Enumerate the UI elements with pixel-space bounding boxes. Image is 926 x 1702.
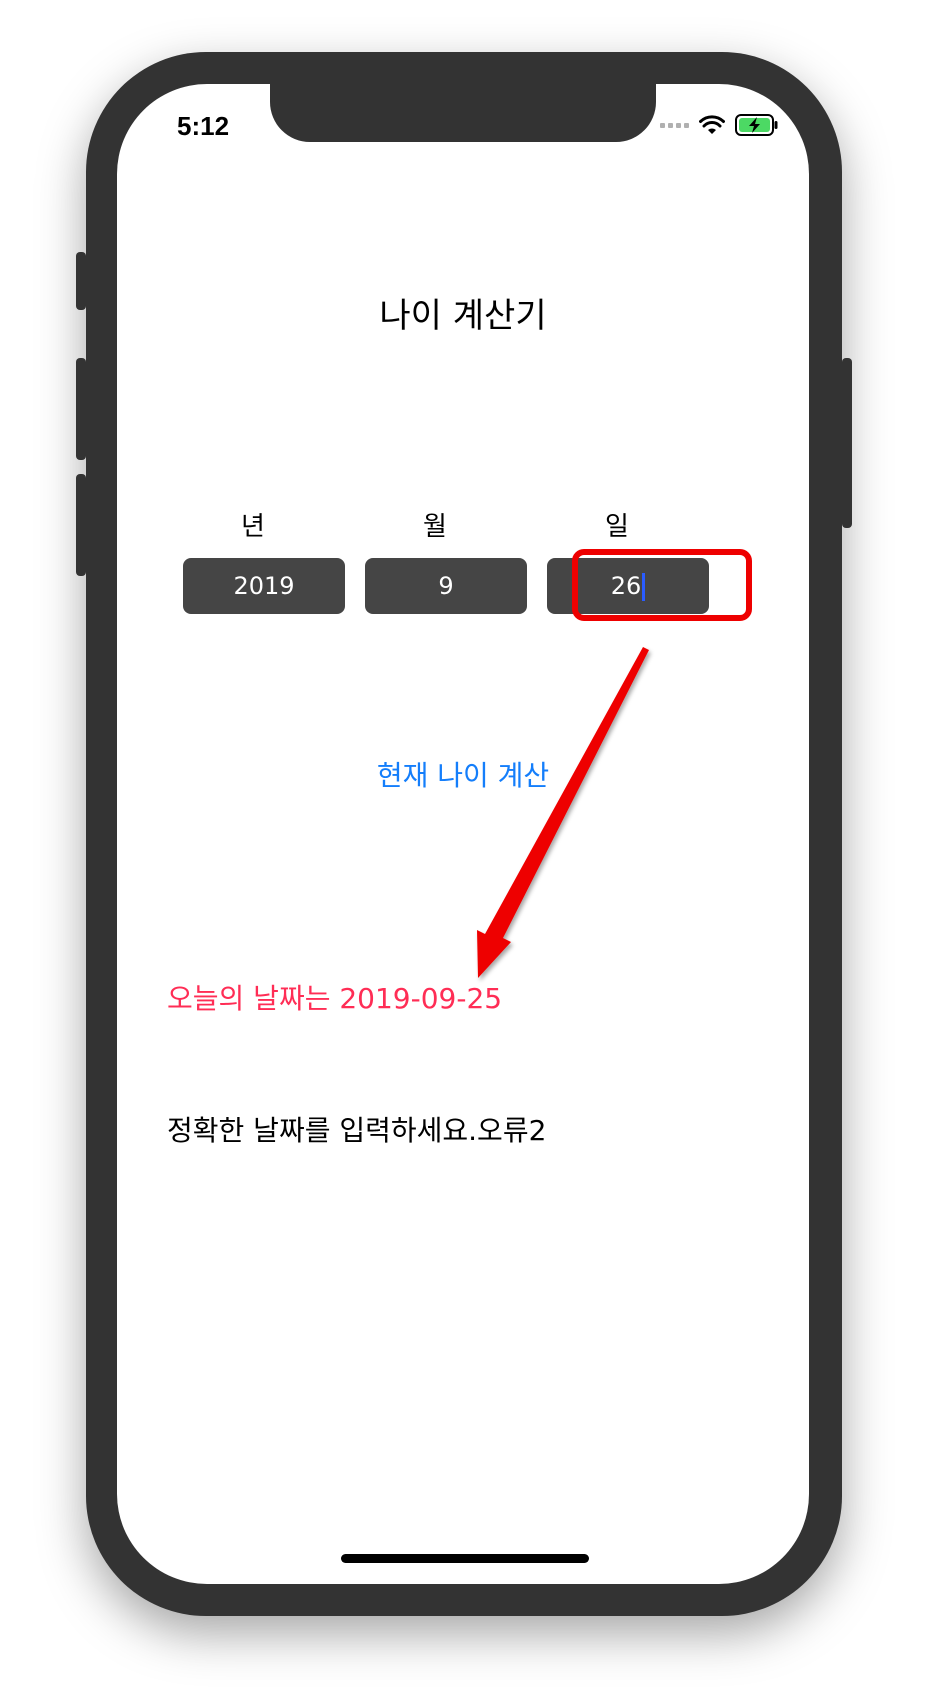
year-input-value: 2019	[233, 572, 295, 600]
volume-up-button	[76, 358, 86, 460]
month-input-value: 9	[438, 572, 454, 600]
month-label: 월	[423, 512, 447, 542]
error-message-label: 정확한 날짜를 입력하세요.오류2	[167, 1114, 547, 1147]
wifi-icon	[699, 115, 725, 134]
notch	[270, 84, 656, 142]
device-screen: 5:12 나이 계산기 년 월 일 2019 9 26 현재 나이 계산 오늘의…	[117, 84, 809, 1584]
year-input[interactable]: 2019	[183, 558, 345, 614]
day-input[interactable]: 26	[547, 558, 709, 614]
year-label: 년	[241, 512, 265, 542]
calculate-age-button[interactable]: 현재 나이 계산	[117, 754, 809, 794]
status-icons	[660, 114, 779, 136]
text-cursor	[642, 573, 646, 601]
home-indicator[interactable]	[341, 1554, 589, 1563]
battery-charging-icon	[735, 114, 778, 136]
day-label: 일	[605, 512, 629, 542]
month-input[interactable]: 9	[365, 558, 527, 614]
today-date-label: 오늘의 날짜는 2019-09-25	[167, 982, 503, 1015]
volume-down-button	[76, 474, 86, 576]
page-title: 나이 계산기	[379, 296, 547, 336]
power-button	[842, 358, 852, 528]
mute-switch	[76, 252, 86, 310]
day-input-value: 26	[610, 572, 642, 600]
signal-icon	[660, 122, 689, 128]
status-time: 5:12	[177, 111, 230, 141]
